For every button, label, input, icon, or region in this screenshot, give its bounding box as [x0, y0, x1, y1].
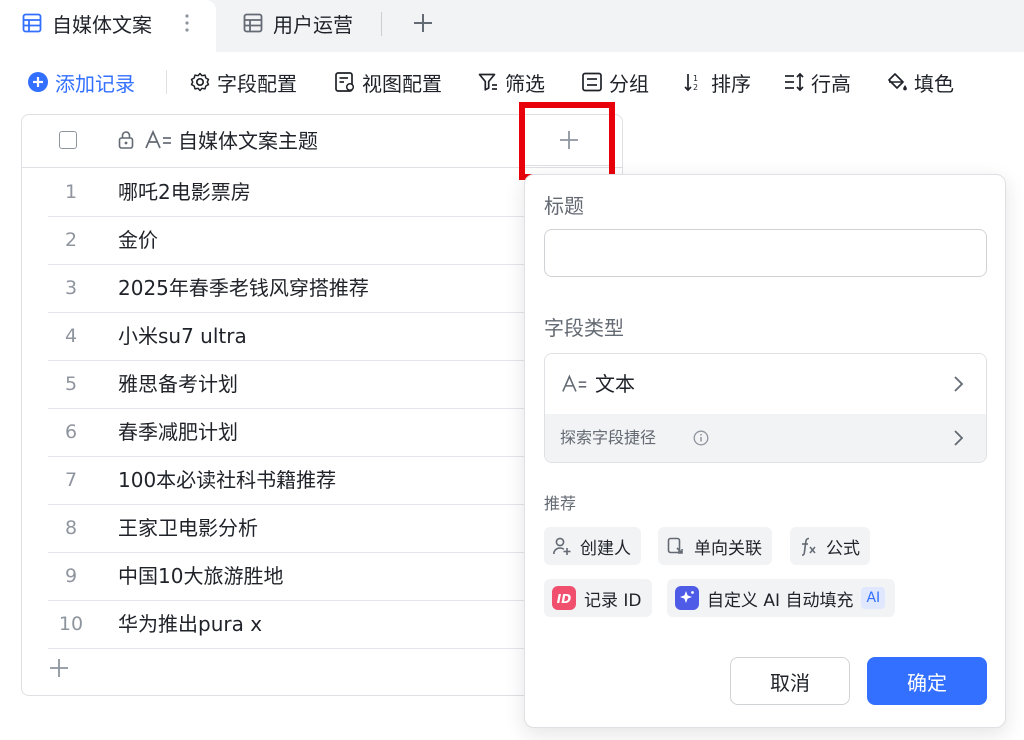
chip-creator[interactable]: 创建人 [544, 527, 641, 565]
svg-text:1: 1 [693, 74, 698, 83]
group-label: 分组 [609, 71, 649, 96]
row-height-button[interactable]: 行高 [783, 66, 851, 98]
tab-divider [381, 12, 382, 36]
field-type-selector: 文本 探索字段捷径 [544, 353, 987, 463]
chip-one-way-link[interactable]: 单向关联 [658, 527, 772, 565]
field-title-input[interactable] [544, 229, 987, 277]
field-config-label: 字段配置 [217, 71, 297, 96]
field-type-value: 文本 [595, 372, 635, 396]
cancel-button[interactable]: 取消 [730, 657, 850, 705]
row-cell-text[interactable]: 2025年春季老钱风穿搭推荐 [118, 275, 369, 301]
add-field-panel: 标题 字段类型 文本 探索字段捷径 推荐 创建人 单向关联 公式 ID 记录 I… [524, 174, 1006, 728]
group-icon [581, 71, 603, 93]
filter-button[interactable]: 筛选 [477, 66, 545, 98]
ai-badge: AI [861, 587, 886, 609]
tab-label: 用户运营 [273, 12, 353, 37]
user-plus-icon [552, 536, 572, 556]
recommend-label: 推荐 [544, 494, 577, 513]
explore-field-shortcuts[interactable]: 探索字段捷径 [545, 414, 986, 462]
row-cell-text[interactable]: 华为推出pura x [118, 611, 262, 637]
row-cell-text[interactable]: 中国10大旅游胜地 [118, 563, 283, 589]
add-row-icon[interactable] [48, 657, 70, 679]
add-record-button[interactable]: 添加记录 [27, 66, 135, 98]
row-number: 1 [64, 181, 78, 203]
row-number: 4 [64, 325, 78, 347]
plus-circle-icon [27, 71, 49, 93]
gear-icon [189, 71, 211, 93]
svg-text:2: 2 [693, 83, 698, 92]
row-number: 10 [58, 613, 84, 635]
select-all-checkbox[interactable] [59, 131, 77, 149]
group-button[interactable]: 分组 [581, 66, 649, 98]
record-id-icon: ID [552, 586, 576, 610]
column-header-title[interactable]: 自媒体文案主题 [178, 127, 318, 155]
view-settings-icon [334, 71, 356, 93]
fill-color-button[interactable]: 填色 [886, 66, 954, 98]
chip-label: 自定义 AI 自动填充 [707, 590, 854, 611]
confirm-button[interactable]: 确定 [867, 657, 987, 705]
text-field-icon [561, 373, 589, 395]
tab-self-media-copy[interactable]: 自媒体文案 [22, 0, 152, 46]
row-number: 3 [64, 277, 78, 299]
add-record-label: 添加记录 [55, 71, 135, 96]
row-number: 5 [64, 373, 78, 395]
more-vertical-icon[interactable] [178, 10, 196, 36]
field-type-option-text[interactable]: 文本 [545, 354, 986, 414]
formula-icon [798, 536, 818, 556]
row-number: 6 [64, 421, 78, 443]
chip-custom-ai-autofill[interactable]: 自定义 AI 自动填充 AI [667, 579, 896, 617]
chevron-right-icon [952, 429, 964, 447]
link-icon [666, 536, 686, 556]
chip-label: 公式 [826, 538, 860, 559]
field-type-label: 字段类型 [544, 316, 624, 340]
view-config-label: 视图配置 [362, 71, 442, 96]
row-cell-text[interactable]: 100本必读社科书籍推荐 [118, 467, 336, 493]
row-number: 8 [64, 517, 78, 539]
row-cell-text[interactable]: 哪吒2电影票房 [118, 179, 251, 205]
sort-button[interactable]: 12 排序 [683, 66, 751, 98]
lock-icon [117, 129, 135, 151]
tab-label: 自媒体文案 [52, 12, 152, 37]
row-height-icon [783, 71, 805, 93]
row-number: 2 [64, 229, 78, 251]
toolbar-divider [166, 70, 167, 94]
view-config-button[interactable]: 视图配置 [334, 66, 442, 98]
red-highlight-box [519, 102, 615, 180]
sort-icon: 12 [683, 71, 705, 93]
row-number: 9 [64, 565, 78, 587]
info-icon[interactable] [693, 430, 709, 446]
svg-text:ID: ID [557, 592, 571, 606]
ai-sparkle-icon [675, 586, 699, 610]
chip-formula[interactable]: 公式 [790, 527, 870, 565]
row-height-label: 行高 [811, 71, 851, 96]
title-label: 标题 [544, 194, 584, 218]
row-cell-text[interactable]: 金价 [118, 227, 158, 253]
table-icon [22, 13, 42, 33]
row-cell-text[interactable]: 雅思备考计划 [118, 371, 238, 397]
sort-label: 排序 [711, 71, 751, 96]
chip-label: 单向关联 [694, 538, 762, 559]
table-icon [243, 13, 263, 33]
row-cell-text[interactable]: 春季减肥计划 [118, 419, 238, 445]
tab-user-operations[interactable]: 用户运营 [243, 0, 353, 46]
text-field-icon [144, 129, 174, 151]
row-cell-text[interactable]: 小米su7 ultra [118, 323, 247, 349]
chevron-right-icon [952, 375, 964, 393]
row-cell-text[interactable]: 王家卫电影分析 [118, 515, 258, 541]
paint-bucket-icon [886, 71, 908, 93]
fill-color-label: 填色 [914, 71, 954, 96]
field-config-button[interactable]: 字段配置 [189, 66, 297, 98]
chip-label: 记录 ID [584, 590, 642, 611]
filter-icon [477, 71, 499, 93]
tab-bar: 自媒体文案 用户运营 [0, 0, 1024, 52]
row-number: 7 [64, 469, 78, 491]
chip-record-id[interactable]: ID 记录 ID [544, 579, 652, 617]
chip-label: 创建人 [580, 538, 631, 559]
add-tab-icon[interactable] [410, 10, 436, 36]
filter-label: 筛选 [505, 71, 545, 96]
explore-label: 探索字段捷径 [560, 428, 657, 447]
